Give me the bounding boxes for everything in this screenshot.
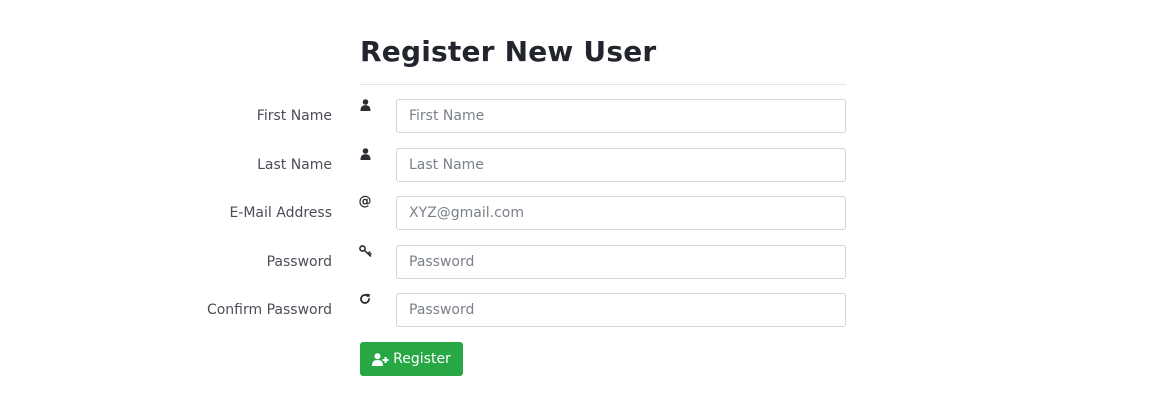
user-plus-icon (372, 352, 389, 366)
title-divider (360, 84, 846, 85)
confirm-password-input[interactable] (396, 293, 846, 327)
refresh-icon (358, 291, 372, 307)
register-page: Register New User First Name Last Name E… (0, 0, 1152, 403)
key-icon (358, 243, 372, 259)
page-title: Register New User (360, 35, 657, 68)
password-row: Password (0, 245, 1152, 279)
user-icon (358, 146, 372, 162)
register-button-label: Register (393, 351, 451, 367)
password-input[interactable] (396, 245, 846, 279)
first-name-row: First Name (0, 99, 1152, 133)
first-name-input[interactable] (396, 99, 846, 133)
user-icon (358, 97, 372, 113)
email-input[interactable] (396, 196, 846, 230)
at-icon: @ (358, 194, 372, 209)
confirm-password-row: Confirm Password (0, 293, 1152, 327)
last-name-label: Last Name (257, 157, 332, 173)
email-label: E-Mail Address (229, 205, 332, 221)
last-name-row: Last Name (0, 148, 1152, 182)
register-button[interactable]: Register (360, 342, 463, 376)
confirm-password-label: Confirm Password (206, 302, 332, 318)
last-name-input[interactable] (396, 148, 846, 182)
first-name-label: First Name (256, 108, 332, 124)
password-label: Password (266, 254, 332, 270)
email-row: E-Mail Address @ (0, 194, 1152, 230)
